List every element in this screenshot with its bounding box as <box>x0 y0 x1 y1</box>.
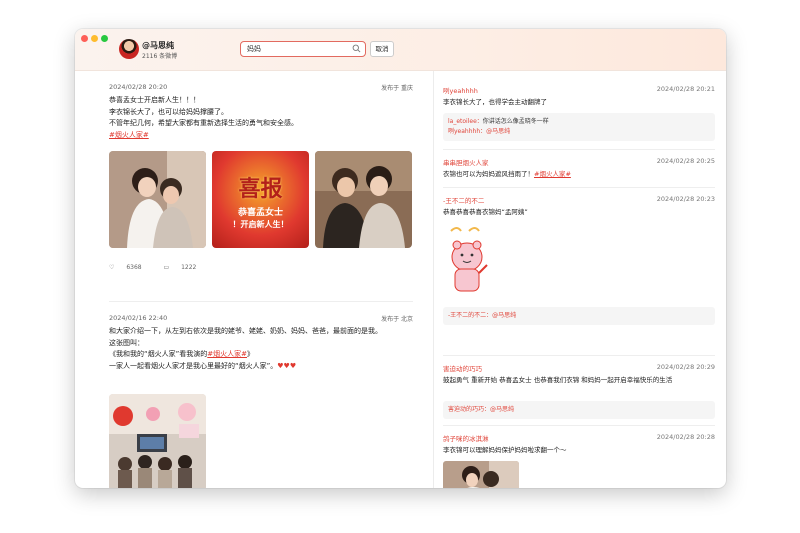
post-location: 发布于 北京 <box>381 316 413 323</box>
comment-time: 2024/02/28 20:23 <box>656 195 715 203</box>
comment-divider <box>443 355 715 356</box>
comment-divider <box>443 149 715 150</box>
post-line: 《我和我的“烟火人家”看我演的 <box>109 350 208 358</box>
post-item: 2024/02/16 22:40 发布于 北京 和大家介绍一下，从左到右依次是我… <box>109 314 413 488</box>
reply-user[interactable]: la_etoilee： <box>448 118 483 125</box>
post-item: 2024/02/28 20:20 发布于 重庆 恭喜孟女士开启新人生！！！ 李衣… <box>109 83 413 283</box>
sticker-image[interactable] <box>447 225 491 297</box>
comment-text: 李衣锦可以理解妈妈保护妈妈啦求翻一个～ <box>443 446 567 454</box>
search-input-value: 妈妈 <box>247 45 261 53</box>
comment-icon: ▭ <box>163 264 170 271</box>
post-divider <box>109 301 413 302</box>
hearts: ♥♥♥ <box>277 361 297 370</box>
reply-box: 害迫动的巧巧：@马思纯 <box>443 401 715 419</box>
post-line: 这张图叫： <box>109 338 144 347</box>
comment-text: 恭喜恭喜恭喜衣锦妈“孟阿姨” <box>443 208 528 216</box>
post-photo[interactable] <box>109 151 206 248</box>
comment-item: 害迫动的巧巧 2024/02/28 20:29 鼓起勇气 重新开始 恭喜孟女士 … <box>443 363 715 421</box>
search-input[interactable]: 妈妈 <box>240 41 366 57</box>
post-list: 2024/02/28 20:20 发布于 重庆 恭喜孟女士开启新人生！！！ 李衣… <box>75 71 433 488</box>
photo-illustration <box>443 461 519 488</box>
reply-user[interactable]: -王不二的不二： <box>448 312 492 319</box>
reply-text: 你讲话怎么像孟晓冬一样 <box>482 118 549 125</box>
comment-divider <box>443 425 715 426</box>
reply-user[interactable]: 咧yeahhhh： <box>448 128 486 135</box>
comment-time: 2024/02/28 20:21 <box>656 85 715 93</box>
mention-link[interactable]: @马思纯 <box>492 312 516 319</box>
post-count: 2116 条微博 <box>142 53 178 60</box>
comment-photo[interactable] <box>443 461 519 488</box>
reply-box: la_etoilee：你讲话怎么像孟晓冬一样 咧yeahhhh：@马思纯 <box>443 113 715 141</box>
comment-item: -王不二的不二 2024/02/28 20:23 恭喜恭喜恭喜衣锦妈“孟阿姨” … <box>443 195 715 349</box>
comment-text-body: 衣锦也可以为妈妈遮风挡雨了！ <box>443 170 534 178</box>
post-photo[interactable] <box>109 394 206 488</box>
poster-line: ！开启新人生！ <box>232 220 289 229</box>
comment-divider <box>443 187 715 188</box>
hashtag-link[interactable]: #烟火人家# <box>534 170 571 178</box>
post-line: 李衣锦长大了，也可以给妈妈撑腰了。 <box>109 107 228 116</box>
avatar[interactable] <box>119 39 139 59</box>
photo-illustration <box>109 151 206 248</box>
post-location: 发布于 重庆 <box>381 85 413 92</box>
comment-item: 咧yeahhhh 2024/02/28 20:21 李衣锦长大了，也得学会主动翻… <box>443 85 715 151</box>
comment-count: 1222 <box>181 264 197 271</box>
post-photo[interactable] <box>315 151 412 248</box>
comment-list: 咧yeahhhh 2024/02/28 20:21 李衣锦长大了，也得学会主动翻… <box>434 71 726 488</box>
comment-time: 2024/02/28 20:28 <box>656 433 715 441</box>
search-icon[interactable] <box>352 44 361 53</box>
post-text: 和大家介绍一下，从左到右依次是我的姥爷、姥姥、奶奶、妈妈、爸爸，最前面的是我。 … <box>109 326 413 372</box>
post-line: 》 <box>247 350 254 358</box>
photo-illustration <box>109 394 206 488</box>
post-date: 2024/02/28 20:20 <box>109 83 168 91</box>
hashtag-link[interactable]: #烟火人家# <box>109 131 149 139</box>
mention-link[interactable]: @马思纯 <box>486 128 510 135</box>
close-window-button[interactable] <box>81 35 88 42</box>
comment-item: 串串胆烟火人家 2024/02/28 20:25 衣锦也可以为妈妈遮风挡雨了！#… <box>443 157 715 187</box>
cancel-button[interactable]: 取消 <box>370 41 394 57</box>
heart-outline-icon: ♡ <box>109 264 115 271</box>
post-text: 恭喜孟女士开启新人生！！！ 李衣锦长大了，也可以给妈妈撑腰了。 不管年纪几何，希… <box>109 95 413 141</box>
minimize-window-button[interactable] <box>91 35 98 42</box>
title-bar: @马思纯 2116 条微博 妈妈 取消 <box>75 29 726 71</box>
photo-illustration <box>315 151 412 248</box>
like-button[interactable]: ♡ 6368 <box>109 264 152 271</box>
post-line: 一家人一起看烟火人家才是我心里最好的“烟火人家”。 <box>109 361 278 370</box>
comment-user[interactable]: 串串胆烟火人家 <box>443 157 489 167</box>
celebration-poster[interactable]: 喜报 恭喜孟女士 ！开启新人生！ <box>212 151 309 248</box>
comment-time: 2024/02/28 20:25 <box>656 157 715 165</box>
post-line: 恭喜孟女士开启新人生！！！ <box>109 96 200 104</box>
maximize-window-button[interactable] <box>101 35 108 42</box>
comment-text: 鼓起勇气 重新开始 恭喜孟女士 也恭喜我们衣锦 和妈妈一起开启幸福快乐的生活 <box>443 376 673 384</box>
comment-button[interactable]: ▭ 1222 <box>164 264 207 271</box>
comment-user[interactable]: 鸽子咪的冰淇淋 <box>443 433 489 443</box>
post-stats: ♡ 6368 ▭ 1222 <box>109 264 216 271</box>
poster-line: 恭喜孟女士 <box>237 208 283 218</box>
mention-link[interactable]: @马思纯 <box>490 406 514 413</box>
comment-text: 李衣锦长大了，也得学会主动翻牌了 <box>443 98 547 106</box>
comment-user[interactable]: 害迫动的巧巧 <box>443 363 482 373</box>
reply-user[interactable]: 害迫动的巧巧： <box>448 406 490 413</box>
post-line: 不管年纪几何，希望大家都有重新选择生活的勇气和安全感。 <box>109 119 298 127</box>
comment-time: 2024/02/28 20:29 <box>656 363 715 371</box>
comment-text: 衣锦也可以为妈妈遮风挡雨了！#烟火人家# <box>443 169 715 180</box>
comment-user[interactable]: 咧yeahhhh <box>443 85 478 95</box>
comment-item: 鸽子咪的冰淇淋 2024/02/28 20:28 李衣锦可以理解妈妈保护妈妈啦求… <box>443 433 715 488</box>
app-window: @马思纯 2116 条微博 妈妈 取消 2024/02/28 20:20 发布于… <box>75 29 726 488</box>
post-date: 2024/02/16 22:40 <box>109 314 168 322</box>
post-line: 和大家介绍一下，从左到右依次是我的姥爷、姥姥、奶奶、妈妈、爸爸，最前面的是我。 <box>109 327 382 335</box>
poster-title: 喜报 <box>238 177 283 202</box>
comment-user[interactable]: -王不二的不二 <box>443 195 484 205</box>
profile-name[interactable]: @马思纯 <box>142 40 174 51</box>
like-count: 6368 <box>126 264 142 271</box>
hashtag-link[interactable]: #烟火人家# <box>207 350 247 358</box>
reply-box: -王不二的不二：@马思纯 <box>443 307 715 325</box>
